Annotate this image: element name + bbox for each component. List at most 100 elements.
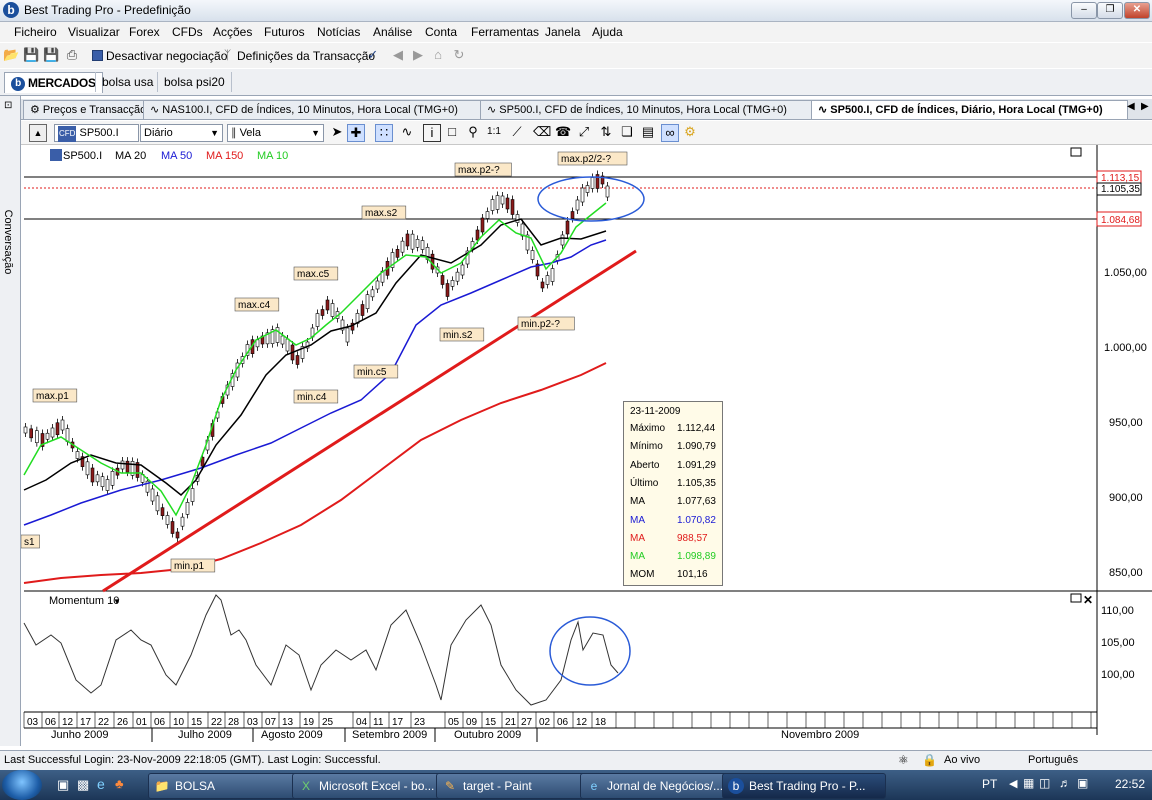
copy-icon[interactable]: ❏ bbox=[619, 124, 635, 140]
tab-scroll-left-icon[interactable]: ◀ bbox=[1127, 101, 1135, 112]
alarm-tool-icon[interactable]: ☎ bbox=[555, 124, 571, 140]
menu-accoes[interactable]: Acções bbox=[213, 25, 252, 39]
period-select[interactable]: Diário ▼ bbox=[140, 124, 223, 142]
maximize-button[interactable]: ❐ bbox=[1097, 2, 1123, 19]
close-button[interactable]: ✕ bbox=[1124, 2, 1150, 19]
zoom-area-icon[interactable]: □ bbox=[444, 124, 460, 140]
start-button[interactable] bbox=[2, 770, 42, 800]
volume-icon[interactable]: ♬ bbox=[1059, 776, 1071, 790]
pin-icon[interactable]: ⊡ bbox=[4, 100, 12, 111]
line-tool-icon[interactable]: ⟋ bbox=[509, 124, 525, 140]
conversation-side-panel[interactable]: ⊡ Conversação bbox=[0, 96, 21, 746]
template-icon[interactable]: ▤ bbox=[640, 124, 656, 140]
candle bbox=[285, 338, 290, 352]
network-icon[interactable]: ▦ bbox=[1023, 776, 1034, 790]
security-icon[interactable]: ◫ bbox=[1039, 776, 1050, 790]
symbol-input[interactable]: CFD SP500.I bbox=[54, 124, 139, 142]
menu-conta[interactable]: Conta bbox=[425, 25, 457, 39]
doc-tab-prices[interactable]: ⚙ Preços e Transacção bbox=[23, 100, 145, 119]
menu-ajuda[interactable]: Ajuda bbox=[592, 25, 623, 39]
collapse-up-icon[interactable]: ▲ bbox=[29, 124, 47, 142]
doc-tab-sp500-daily[interactable]: ∿ SP500.I, CFD de Índices, Diário, Hora … bbox=[811, 100, 1128, 119]
tab-mercados[interactable]: b MERCADOS bbox=[4, 72, 103, 93]
show-desktop-icon[interactable]: ▣ bbox=[57, 777, 69, 793]
taskbar-item-excel[interactable]: X Microsoft Excel - bo... bbox=[292, 773, 450, 799]
update-icon[interactable]: ▣ bbox=[1077, 776, 1088, 790]
media-icon[interactable]: ▩ bbox=[77, 777, 89, 793]
app-launch-icon[interactable]: ♣ bbox=[115, 776, 124, 791]
menu-noticias[interactable]: Notícias bbox=[317, 25, 360, 39]
language-indicator[interactable]: PT bbox=[982, 777, 997, 791]
open-folder-icon[interactable]: 📂 bbox=[3, 47, 19, 63]
clock[interactable]: 22:52 bbox=[1115, 777, 1145, 791]
tray-expand-icon[interactable]: ◀ bbox=[1009, 777, 1017, 790]
title-bar[interactable]: b Best Trading Pro - Predefinição – ❐ ✕ bbox=[0, 0, 1152, 22]
fullscreen-icon[interactable]: ⤢ bbox=[576, 124, 592, 140]
bell-icon[interactable]: ⚙ bbox=[682, 124, 698, 140]
legend-ma20[interactable]: MA 20 bbox=[115, 150, 146, 162]
eraser-icon[interactable]: ⌫ bbox=[533, 124, 551, 140]
legend-ma10[interactable]: MA 10 bbox=[257, 150, 288, 162]
menu-visualizar[interactable]: Visualizar bbox=[68, 25, 120, 39]
legend-ma50[interactable]: MA 50 bbox=[161, 150, 192, 162]
cursor-icon[interactable]: ➤ bbox=[329, 124, 345, 140]
taskbar-item-best-trading[interactable]: b Best Trading Pro - P... bbox=[722, 773, 886, 799]
info-value: 988,57 bbox=[677, 532, 708, 544]
panel-close-icon[interactable]: ✕ bbox=[1083, 593, 1093, 607]
menu-forex[interactable]: Forex bbox=[129, 25, 160, 39]
chevron-down-icon[interactable]: ▼ bbox=[113, 597, 121, 606]
language-label[interactable]: Português bbox=[1028, 754, 1078, 766]
arrows-icon[interactable]: ⇅ bbox=[598, 124, 614, 140]
candle bbox=[360, 304, 365, 316]
indicator-icon[interactable]: ∿ bbox=[399, 124, 415, 140]
tab-icon: ⚙ bbox=[30, 104, 43, 116]
chart-style-select[interactable]: ∥ Vela ▼ bbox=[227, 124, 324, 142]
home-icon[interactable]: ⌂ bbox=[430, 47, 446, 63]
refresh-icon[interactable]: ↻ bbox=[451, 47, 467, 63]
tab-bolsa-psi20[interactable]: bolsa psi20 bbox=[157, 72, 232, 92]
checkmark-icon[interactable]: ✓ bbox=[365, 47, 381, 63]
momentum-axis-label: 100,00 bbox=[1101, 669, 1135, 681]
info-icon[interactable]: i bbox=[423, 124, 441, 142]
print-icon[interactable]: ⎙ bbox=[64, 47, 80, 63]
candle bbox=[565, 220, 570, 235]
zoom-icon[interactable]: ⚲ bbox=[465, 124, 481, 140]
taskbar-item-paint[interactable]: ✎ target - Paint bbox=[436, 773, 594, 799]
tab-bolsa-usa[interactable]: bolsa usa bbox=[95, 72, 159, 92]
candle bbox=[430, 253, 435, 270]
menu-futuros[interactable]: Futuros bbox=[264, 25, 305, 39]
tab-scroll-right-icon[interactable]: ▶ bbox=[1141, 101, 1149, 112]
forward-icon[interactable]: ▶ bbox=[410, 47, 426, 63]
grid-icon[interactable]: ∷ bbox=[375, 124, 393, 142]
doc-tab-sp500-10min[interactable]: ∿ SP500.I, CFD de Índices, 10 Minutos, H… bbox=[480, 100, 819, 119]
menu-ficheiro[interactable]: Ficheiro bbox=[14, 25, 57, 39]
transaction-settings-button[interactable]: Definições da Transacção bbox=[237, 49, 375, 63]
taskbar-item-ie[interactable]: e Jornal de Negócios/... bbox=[580, 773, 738, 799]
save-icon[interactable]: 💾 bbox=[23, 47, 39, 63]
connection-icon[interactable]: ⚛ bbox=[898, 753, 909, 767]
menu-analise[interactable]: Análise bbox=[373, 25, 412, 39]
momentum-title[interactable]: Momentum 10 bbox=[49, 595, 119, 607]
day-tick-label: 06 bbox=[45, 717, 57, 728]
zoom-reset-icon[interactable]: 1:1 bbox=[486, 124, 502, 140]
price-chart-svg[interactable]: SP500.I MA 20 MA 50 MA 150 MA 10 1.050,0… bbox=[20, 145, 1152, 745]
doc-tab-nas100[interactable]: ∿ NAS100.I, CFD de Índices, 10 Minutos, … bbox=[143, 100, 482, 119]
legend-ma150[interactable]: MA 150 bbox=[206, 150, 243, 162]
link-icon[interactable]: ∞ bbox=[661, 124, 679, 142]
menu-janela[interactable]: Janela bbox=[545, 25, 580, 39]
taskbar-item-bolsa[interactable]: 📁 BOLSA bbox=[148, 773, 304, 799]
candle bbox=[510, 199, 515, 215]
menu-cfds[interactable]: CFDs bbox=[172, 25, 203, 39]
minimize-button[interactable]: – bbox=[1071, 2, 1097, 19]
crosshair-icon[interactable]: ✚ bbox=[347, 124, 365, 142]
deactivate-trading-button[interactable]: Desactivar negociação bbox=[106, 49, 227, 63]
day-tick-label: 03 bbox=[27, 717, 39, 728]
candle bbox=[29, 428, 33, 439]
ie-launch-icon[interactable]: e bbox=[97, 776, 105, 792]
back-icon[interactable]: ◀ bbox=[390, 47, 406, 63]
save-all-icon[interactable]: 💾 bbox=[43, 47, 59, 63]
menu-ferramentas[interactable]: Ferramentas bbox=[471, 25, 539, 39]
price-axis-label: 1.000,00 bbox=[1104, 342, 1147, 354]
chart-document-tabs: ⚙ Preços e Transacção ∿ NAS100.I, CFD de… bbox=[21, 99, 1152, 120]
chart-area[interactable]: SP500.I MA 20 MA 50 MA 150 MA 10 1.050,0… bbox=[20, 145, 1152, 745]
